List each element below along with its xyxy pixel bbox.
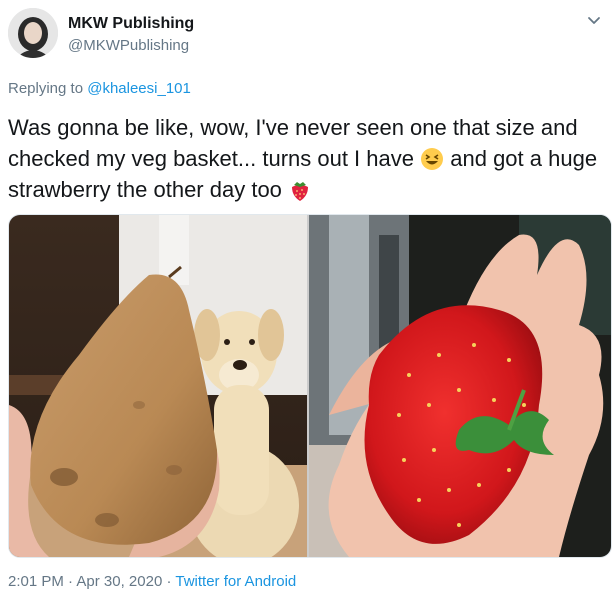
photo-strawberry[interactable] xyxy=(309,215,611,557)
avatar[interactable] xyxy=(8,8,58,58)
tweet-text: Was gonna be like, wow, I've never seen … xyxy=(8,112,612,205)
strawberry-emoji-icon xyxy=(292,182,309,201)
photo-sweet-potato-dog[interactable] xyxy=(9,215,307,557)
author-handle[interactable]: @MKWPublishing xyxy=(68,37,189,54)
tweet-meta: 2:01 PM · Apr 30, 2020 · Twitter for And… xyxy=(8,573,296,590)
reply-to-link[interactable]: @khaleesi_101 xyxy=(87,80,191,97)
tweet-time[interactable]: 2:01 PM xyxy=(8,573,64,590)
chevron-down-icon[interactable] xyxy=(584,10,604,30)
meta-separator: · xyxy=(166,573,172,590)
tweet-date[interactable]: Apr 30, 2020 xyxy=(76,573,162,590)
laughing-emoji-icon xyxy=(421,148,444,170)
media-grid xyxy=(8,214,612,558)
reply-prefix: Replying to xyxy=(8,80,84,97)
author-name[interactable]: MKW Publishing xyxy=(68,15,194,33)
tweet-source-link[interactable]: Twitter for Android xyxy=(175,573,296,590)
reply-context: Replying to @khaleesi_101 xyxy=(8,80,191,97)
meta-separator: · xyxy=(68,573,74,590)
